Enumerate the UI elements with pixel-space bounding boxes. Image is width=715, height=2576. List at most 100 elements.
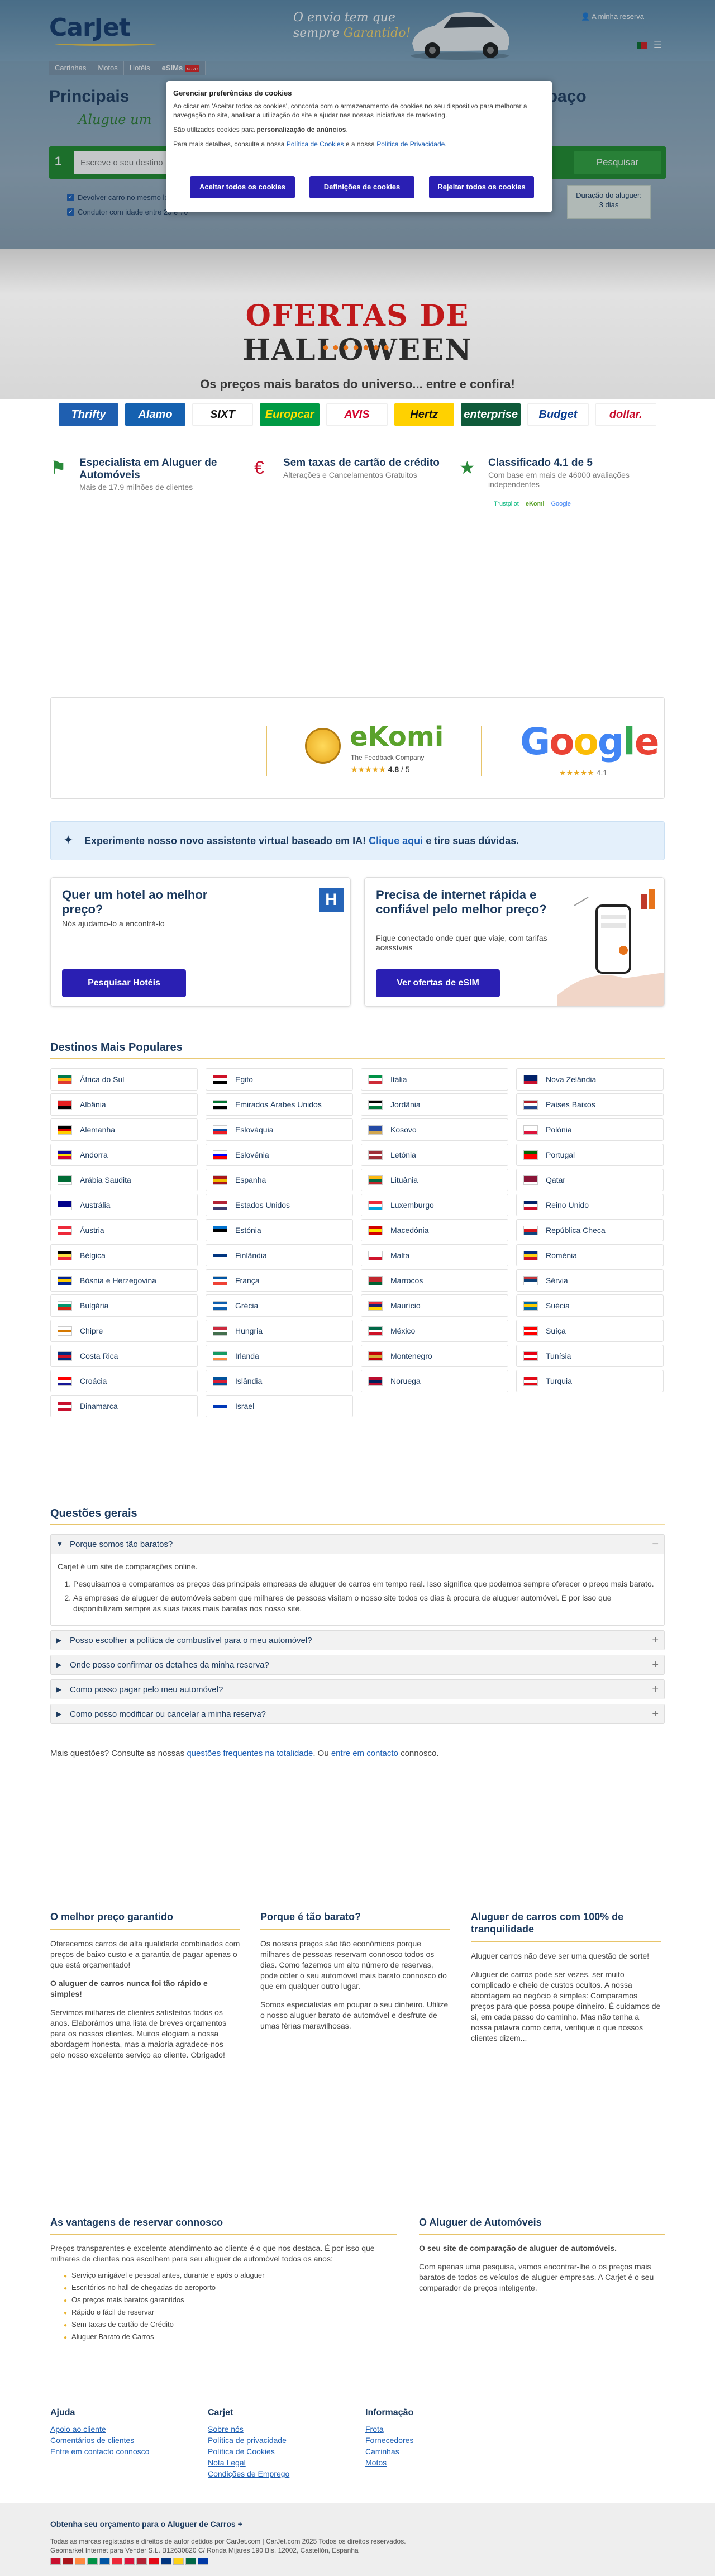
destination-item[interactable]: Grécia bbox=[206, 1294, 353, 1317]
destination-item[interactable]: Luxemburgo bbox=[361, 1194, 508, 1216]
language-flag-icon[interactable] bbox=[198, 2558, 208, 2565]
destination-item[interactable]: Austrália bbox=[50, 1194, 198, 1216]
destination-item[interactable]: Irlanda bbox=[206, 1345, 353, 1367]
language-flag-icon[interactable] bbox=[161, 2558, 171, 2565]
destination-item[interactable]: Macedónia bbox=[361, 1219, 508, 1241]
privacy-policy-link[interactable]: Política de Privacidade bbox=[376, 140, 445, 148]
destination-item[interactable]: Alemanha bbox=[50, 1118, 198, 1141]
destination-item[interactable]: Sérvia bbox=[516, 1269, 664, 1292]
destination-item[interactable]: Israel bbox=[206, 1395, 353, 1417]
footer-link[interactable]: Motos bbox=[365, 2457, 413, 2468]
cookie-policy-link[interactable]: Política de Cookies bbox=[287, 140, 344, 148]
esim-offers-button[interactable]: Ver ofertas de eSIM bbox=[376, 969, 500, 997]
faq-question[interactable]: ▶ Posso escolher a política de combustíve… bbox=[51, 1631, 664, 1650]
destination-item[interactable]: Islândia bbox=[206, 1370, 353, 1392]
language-flag-icon[interactable] bbox=[136, 2558, 147, 2565]
destination-item[interactable]: Albânia bbox=[50, 1093, 198, 1116]
faq-question[interactable]: ▶ Onde posso confirmar os detalhes da min… bbox=[51, 1655, 664, 1674]
footer-link[interactable]: Comentários de clientes bbox=[50, 2435, 149, 2446]
destination-item[interactable]: Estónia bbox=[206, 1219, 353, 1241]
destination-item[interactable]: Eslovénia bbox=[206, 1144, 353, 1166]
language-flag-icon[interactable] bbox=[124, 2558, 135, 2565]
destination-item[interactable]: Bélgica bbox=[50, 1244, 198, 1266]
language-flag-icon[interactable] bbox=[99, 2558, 110, 2565]
faq-question[interactable]: ▼ Porque somos tão baratos? − bbox=[51, 1535, 664, 1554]
language-flag-icon[interactable] bbox=[185, 2558, 196, 2565]
faq-question[interactable]: ▶ Como posso modificar ou cancelar a minh… bbox=[51, 1704, 664, 1723]
faq-question[interactable]: ▶ Como posso pagar pelo meu automóvel? + bbox=[51, 1680, 664, 1699]
language-flag-icon[interactable] bbox=[50, 2558, 61, 2565]
destination-item[interactable]: Portugal bbox=[516, 1144, 664, 1166]
destination-item[interactable]: Jordânia bbox=[361, 1093, 508, 1116]
reject-all-cookies-button[interactable]: Rejeitar todos os cookies bbox=[429, 176, 534, 198]
language-flag-icon[interactable] bbox=[112, 2558, 122, 2565]
destination-item[interactable]: África do Sul bbox=[50, 1068, 198, 1091]
destination-item[interactable]: Emirados Árabes Unidos bbox=[206, 1093, 353, 1116]
destination-item[interactable]: Dinamarca bbox=[50, 1395, 198, 1417]
destination-item[interactable]: Montenegro bbox=[361, 1345, 508, 1367]
footer-link[interactable]: Apoio ao cliente bbox=[50, 2423, 149, 2435]
destination-item[interactable]: Chipre bbox=[50, 1320, 198, 1342]
footer-link[interactable]: Política de privacidade bbox=[208, 2435, 289, 2446]
brand-logo: Alamo bbox=[125, 403, 185, 426]
faq-full-link[interactable]: questões frequentes na totalidade bbox=[187, 1749, 313, 1758]
language-flag-icon[interactable] bbox=[63, 2558, 73, 2565]
language-flag-icon[interactable] bbox=[87, 2558, 98, 2565]
destination-item[interactable]: Países Baixos bbox=[516, 1093, 664, 1116]
destination-item[interactable]: Reino Unido bbox=[516, 1194, 664, 1216]
destination-item[interactable]: Suíça bbox=[516, 1320, 664, 1342]
destination-item[interactable]: França bbox=[206, 1269, 353, 1292]
language-flag-icon[interactable] bbox=[173, 2558, 184, 2565]
destination-item[interactable]: Malta bbox=[361, 1244, 508, 1266]
destination-item[interactable]: República Checa bbox=[516, 1219, 664, 1241]
destination-item[interactable]: Espanha bbox=[206, 1169, 353, 1191]
footer-link[interactable]: Entre em contacto connosco bbox=[50, 2446, 149, 2457]
destination-item[interactable]: Noruega bbox=[361, 1370, 508, 1392]
destination-item[interactable]: Costa Rica bbox=[50, 1345, 198, 1367]
country-flag-icon bbox=[523, 1074, 538, 1084]
ekomi-rating[interactable]: eKomi The Feedback Company ★★★★★ 4.8 / 5 bbox=[305, 721, 444, 777]
destination-item[interactable]: Marrocos bbox=[361, 1269, 508, 1292]
destination-item[interactable]: Nova Zelândia bbox=[516, 1068, 664, 1091]
destination-item[interactable]: México bbox=[361, 1320, 508, 1342]
destination-item[interactable]: Itália bbox=[361, 1068, 508, 1091]
language-flag-icon[interactable] bbox=[75, 2558, 85, 2565]
footer-link[interactable]: Sobre nós bbox=[208, 2423, 289, 2435]
google-rating[interactable]: Google ★★★★★ 4.1 bbox=[520, 720, 660, 777]
destination-item[interactable]: Bulgária bbox=[50, 1294, 198, 1317]
destination-item[interactable]: Letónia bbox=[361, 1144, 508, 1166]
accept-all-cookies-button[interactable]: Aceitar todos os cookies bbox=[190, 176, 295, 198]
destination-item[interactable]: Eslováquia bbox=[206, 1118, 353, 1141]
footer-link[interactable]: Frota bbox=[365, 2423, 413, 2435]
destination-item[interactable]: Finlândia bbox=[206, 1244, 353, 1266]
destination-item[interactable]: Turquia bbox=[516, 1370, 664, 1392]
destination-item[interactable]: Áustria bbox=[50, 1219, 198, 1241]
destination-item[interactable]: Tunísia bbox=[516, 1345, 664, 1367]
destination-item[interactable]: Estados Unidos bbox=[206, 1194, 353, 1216]
destination-item[interactable]: Arábia Saudita bbox=[50, 1169, 198, 1191]
destination-item[interactable]: Lituânia bbox=[361, 1169, 508, 1191]
destination-item[interactable]: Suécia bbox=[516, 1294, 664, 1317]
destination-item[interactable]: Hungria bbox=[206, 1320, 353, 1342]
destination-item[interactable]: Egito bbox=[206, 1068, 353, 1091]
footer-quote-link[interactable]: Obtenha seu orçamento para o Aluguer de … bbox=[50, 2520, 242, 2529]
destination-item[interactable]: Maurício bbox=[361, 1294, 508, 1317]
footer-link[interactable]: Nota Legal bbox=[208, 2457, 289, 2468]
language-flag-icon[interactable] bbox=[149, 2558, 159, 2565]
cookie-settings-button[interactable]: Definições de cookies bbox=[309, 176, 414, 198]
destination-item[interactable]: Bósnia e Herzegovina bbox=[50, 1269, 198, 1292]
footer-link[interactable]: Fornecedores bbox=[365, 2435, 413, 2446]
ai-assistant-link[interactable]: Clique aqui bbox=[369, 835, 423, 846]
footer-link[interactable]: Carrinhas bbox=[365, 2446, 413, 2457]
destination-item[interactable]: Andorra bbox=[50, 1144, 198, 1166]
destination-item[interactable]: Croácia bbox=[50, 1370, 198, 1392]
halloween-banner[interactable]: OFERTAS DE HALLOWEEN ●●●●●●● Os preços m… bbox=[0, 249, 715, 399]
footer-link[interactable]: Condições de Emprego bbox=[208, 2468, 289, 2479]
contact-link[interactable]: entre em contacto bbox=[331, 1749, 398, 1758]
destination-item[interactable]: Roménia bbox=[516, 1244, 664, 1266]
destination-item[interactable]: Kosovo bbox=[361, 1118, 508, 1141]
footer-link[interactable]: Política de Cookies bbox=[208, 2446, 289, 2457]
search-hotels-button[interactable]: Pesquisar Hotéis bbox=[62, 969, 186, 997]
destination-item[interactable]: Polónia bbox=[516, 1118, 664, 1141]
destination-item[interactable]: Qatar bbox=[516, 1169, 664, 1191]
